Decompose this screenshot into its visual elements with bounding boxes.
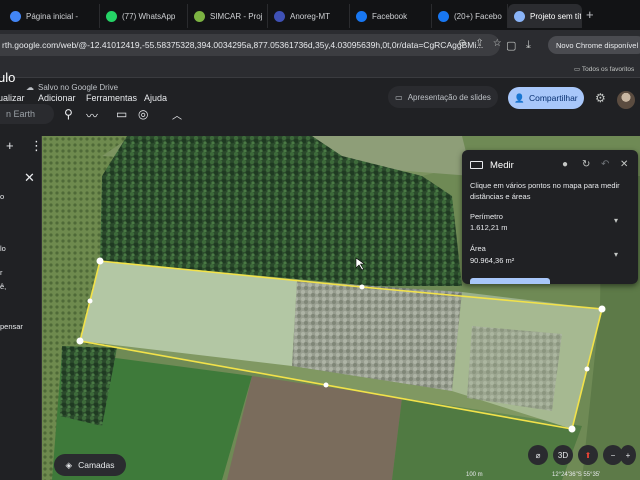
panel-text-fragment: o bbox=[0, 192, 5, 201]
anoreg-icon bbox=[274, 10, 285, 22]
url-field[interactable]: rth.google.com/web/@-12.41012419,-55.583… bbox=[0, 34, 500, 56]
layers-label: Camadas bbox=[78, 460, 115, 470]
ruler-icon[interactable]: ▭ bbox=[116, 107, 127, 121]
save-status: ☁ Salvo no Google Drive bbox=[26, 83, 118, 92]
address-bar-row: rth.google.com/web/@-12.41012419,-55.583… bbox=[0, 30, 640, 60]
measure-instructions: Clique em vários pontos no mapa para med… bbox=[470, 181, 620, 201]
all-bookmarks-label: Todos os favoritos bbox=[581, 66, 635, 73]
tab-anoreg[interactable]: Anoreg-MT bbox=[268, 4, 350, 28]
ruler-icon bbox=[470, 161, 483, 169]
tab-projeto-sem-titulo[interactable]: Projeto sem tít ✕ bbox=[508, 4, 582, 28]
project-title[interactable]: ulo bbox=[0, 70, 15, 85]
chevron-up-icon[interactable]: ︿ bbox=[172, 107, 182, 122]
tab-title: SIMCAR - Proj bbox=[210, 11, 263, 21]
coordinates-readout: 12°24'36"S 55°35' bbox=[552, 472, 601, 478]
bookmarks-bar: ▭ Todos os favoritos bbox=[0, 60, 640, 78]
cloud-icon: ☁ bbox=[26, 83, 34, 92]
perimeter-label: Perímetro bbox=[470, 212, 503, 221]
help-icon[interactable]: ● bbox=[562, 159, 568, 170]
close-icon[interactable]: ✕ bbox=[24, 170, 35, 186]
panel-text-fragment: ê, bbox=[0, 282, 7, 291]
minus-icon: − bbox=[610, 450, 616, 460]
scale-bar-label: 100 m bbox=[466, 472, 483, 478]
share-label: Compartilhar bbox=[528, 93, 578, 103]
area-value: 90.964,36 m² bbox=[470, 256, 515, 265]
whatsapp-icon bbox=[106, 10, 117, 22]
facebook-icon bbox=[356, 10, 367, 22]
compass-icon[interactable]: ⬆ bbox=[578, 445, 598, 465]
save-status-text: Salvo no Google Drive bbox=[38, 83, 119, 92]
zoom-in-button[interactable]: + bbox=[620, 445, 636, 465]
new-tab-plus-icon[interactable]: + bbox=[586, 7, 594, 22]
earth-app-header: ☁ Salvo no Google Drive ualizar Adiciona… bbox=[0, 78, 640, 136]
share-page-icon[interactable]: ⇪ bbox=[475, 38, 483, 49]
search-input[interactable]: n Earth bbox=[0, 104, 54, 124]
menu-adicionar[interactable]: Adicionar bbox=[38, 93, 76, 103]
tab-title: Projeto sem tít bbox=[530, 11, 582, 21]
undo-icon[interactable]: ↶ bbox=[601, 159, 609, 170]
tab-title: Anoreg-MT bbox=[290, 11, 331, 21]
gear-icon[interactable]: ⚙ bbox=[595, 91, 606, 105]
area-label: Área bbox=[470, 244, 486, 253]
panel-text-fragment: lo bbox=[0, 244, 6, 253]
bookmark-star-icon[interactable]: ☆ bbox=[493, 38, 502, 49]
extensions-icon[interactable]: ▢ bbox=[506, 39, 516, 52]
layers-icon: ◈ bbox=[65, 459, 73, 470]
project-panel: + ⋮ ✕ o lo r ê, pensar bbox=[0, 136, 43, 480]
slideshow-label: Apresentação de slides bbox=[407, 92, 491, 102]
avatar[interactable] bbox=[617, 91, 635, 109]
slideshow-icon: ▭ bbox=[395, 92, 403, 102]
browser-tab-strip: Página inicial - (77) WhatsApp SIMCAR - … bbox=[0, 0, 640, 30]
panel-link-fragment[interactable]: pensar bbox=[0, 322, 23, 331]
tab-title: (77) WhatsApp bbox=[122, 11, 176, 21]
save-measurement-button[interactable] bbox=[470, 278, 550, 284]
measure-title: Medir bbox=[490, 160, 514, 171]
perimeter-value: 1.612,21 m bbox=[470, 223, 508, 232]
chevron-down-icon[interactable]: ▾ bbox=[614, 250, 618, 259]
tab-title: Facebook bbox=[372, 11, 408, 21]
all-bookmarks-folder[interactable]: ▭ Todos os favoritos bbox=[574, 65, 634, 73]
tab-whatsapp[interactable]: (77) WhatsApp bbox=[100, 4, 188, 28]
tab-title: (20+) Facebo bbox=[454, 11, 502, 21]
chevron-down-icon[interactable]: ▾ bbox=[614, 216, 618, 225]
close-icon[interactable]: ✕ bbox=[620, 159, 628, 170]
menu-ajuda[interactable]: Ajuda bbox=[144, 93, 167, 103]
tab-facebook[interactable]: Facebook bbox=[350, 4, 432, 28]
add-plus-icon[interactable]: + bbox=[6, 138, 14, 153]
slideshow-button[interactable]: ▭ Apresentação de slides bbox=[388, 86, 498, 108]
tab-facebook-2[interactable]: (20+) Facebo bbox=[432, 4, 508, 28]
menu-ferramentas[interactable]: Ferramentas bbox=[86, 93, 137, 103]
layers-button[interactable]: ◈ Camadas bbox=[54, 454, 126, 476]
panel-text-fragment: r bbox=[0, 268, 3, 277]
share-button[interactable]: 👤 Compartilhar bbox=[508, 87, 584, 109]
simcar-icon bbox=[194, 10, 205, 22]
tab-simcar[interactable]: SIMCAR - Proj bbox=[188, 4, 268, 28]
toggle-3d-button[interactable]: 3D bbox=[553, 445, 573, 465]
path-icon[interactable]: 〰 bbox=[86, 107, 98, 124]
location-off-icon: ⌀ bbox=[535, 450, 541, 460]
zoom-icon[interactable]: ⊖ bbox=[458, 38, 466, 49]
placemark-icon[interactable]: ⚲ bbox=[64, 107, 73, 121]
tab-pagina-inicial[interactable]: Página inicial - bbox=[4, 4, 100, 28]
downloads-icon[interactable]: ⤓ bbox=[526, 39, 531, 52]
google-drive-icon bbox=[10, 10, 21, 22]
measure-panel: Medir ● ↻ ↶ ✕ Clique em vários pontos no… bbox=[462, 150, 638, 284]
voyager-icon[interactable]: ◎ bbox=[138, 107, 148, 121]
my-location-button[interactable]: ⌀ bbox=[528, 445, 548, 465]
menu-visualizar[interactable]: ualizar bbox=[0, 93, 25, 103]
add-person-icon: 👤 bbox=[514, 92, 525, 103]
tab-title: Página inicial - bbox=[26, 11, 79, 21]
google-earth-icon bbox=[514, 10, 525, 22]
reset-icon[interactable]: ↻ bbox=[582, 159, 590, 170]
chrome-update-button[interactable]: Novo Chrome disponível bbox=[548, 36, 640, 54]
plus-icon: + bbox=[625, 450, 631, 460]
facebook-icon bbox=[438, 10, 449, 22]
